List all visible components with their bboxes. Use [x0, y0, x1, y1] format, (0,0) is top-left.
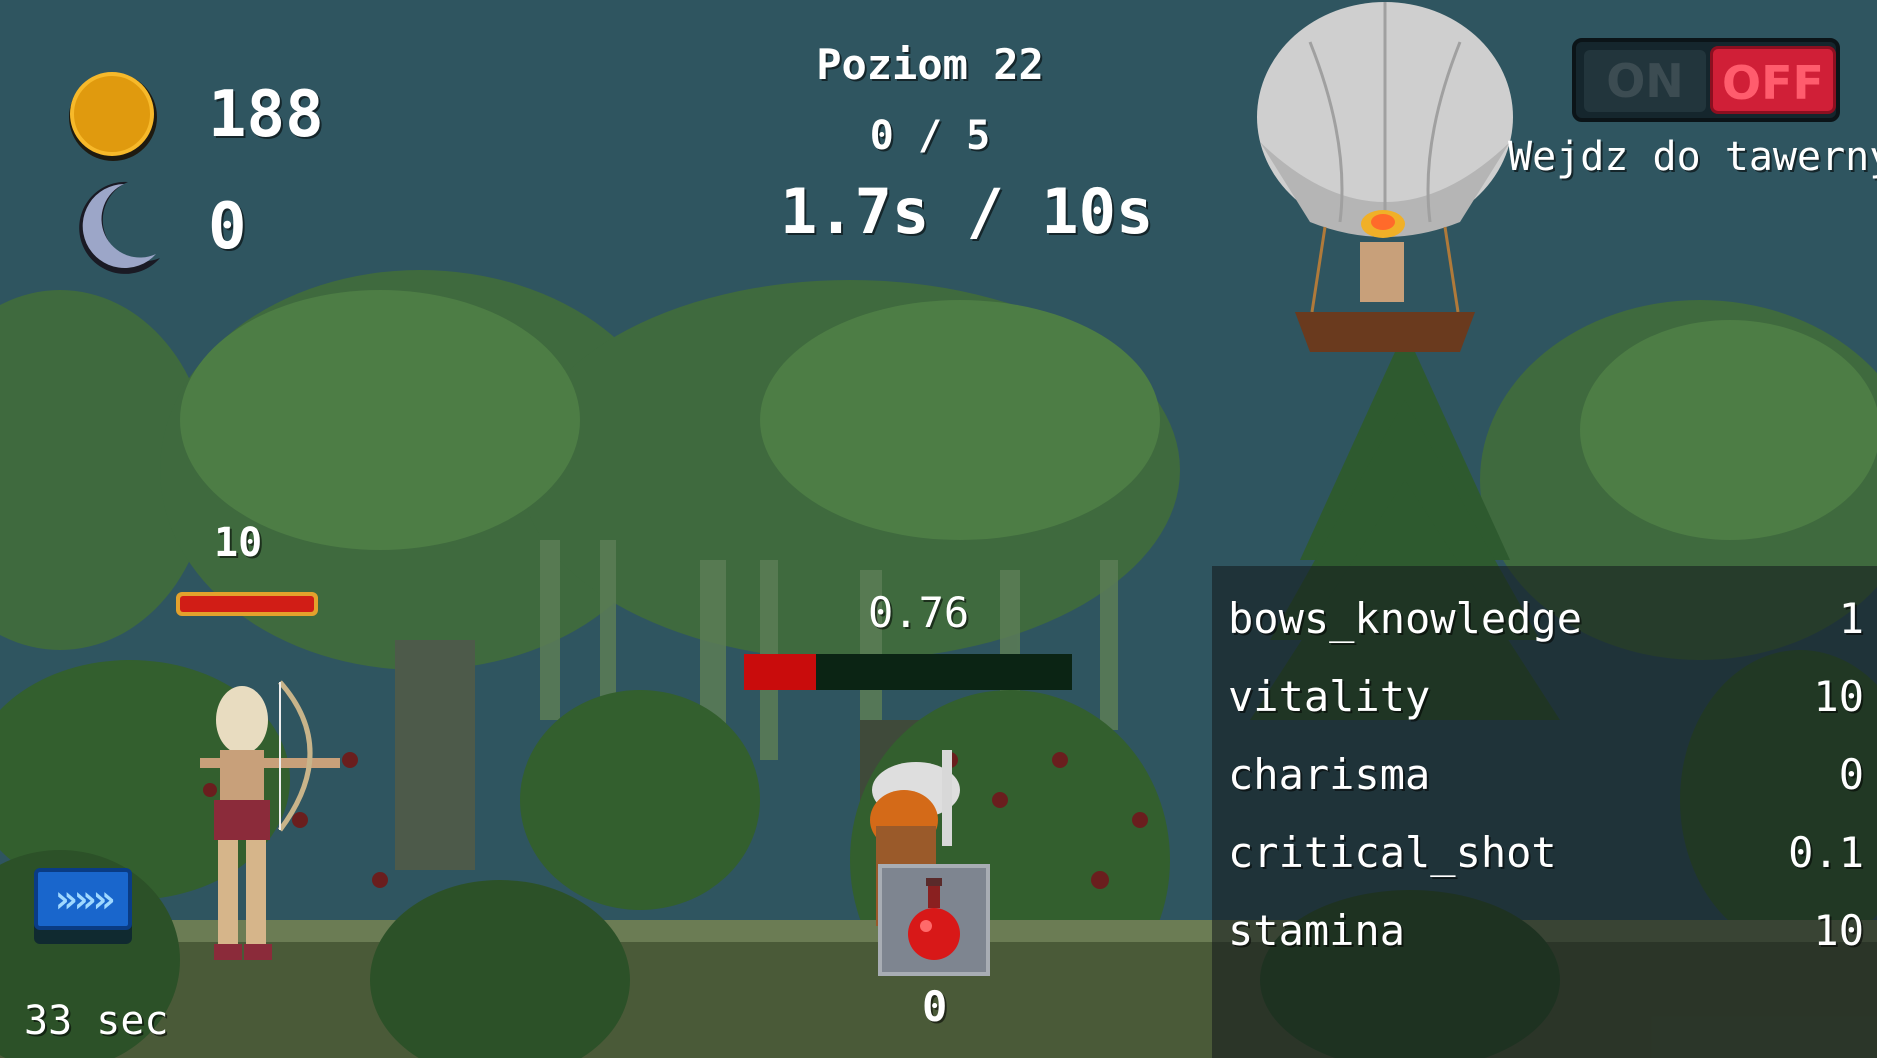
game-scene: 188 0 Poziom 22 0 / 5 1.7s / 10s ON OFF … — [0, 0, 1877, 1058]
archer-player — [200, 680, 340, 960]
enter-tavern-label[interactable]: Wejdz do tawerny — [1508, 134, 1877, 180]
red-potion-icon — [908, 878, 960, 960]
moon-count: 0 — [208, 190, 247, 264]
stats-panel: bows_knowledge 1 vitality 10 charisma 0 critic… — [1212, 566, 1877, 1058]
enemy-hp-value: 0.76 — [868, 588, 970, 637]
gold-coin-icon — [69, 72, 157, 161]
stat-row: bows_knowledge 1 — [1228, 594, 1864, 654]
enemy-hp-fill — [744, 654, 816, 690]
level-info: Poziom 22 0 / 5 1.7s / 10s — [780, 40, 1154, 248]
stat-row: stamina 10 — [1228, 906, 1864, 966]
speed-up-button[interactable]: »»» — [34, 868, 132, 930]
stat-value: 10 — [1813, 672, 1864, 721]
attack-timer: 1.7s / 10s — [780, 175, 1154, 248]
wave-progress: 0 / 5 — [869, 113, 991, 159]
toggle-on-option[interactable]: ON — [1584, 50, 1706, 112]
stat-row: vitality 10 — [1228, 672, 1864, 732]
player-hp-fill — [180, 596, 314, 612]
potion-button[interactable] — [878, 864, 990, 976]
speed-timer: 33 sec — [24, 998, 169, 1044]
stat-name: bows_knowledge — [1228, 594, 1583, 643]
stat-value: 10 — [1813, 906, 1864, 955]
stat-value: 0 — [1838, 750, 1864, 799]
stat-name: stamina — [1228, 906, 1406, 955]
level-title: Poziom 22 — [816, 40, 1044, 89]
stat-value: 1 — [1838, 594, 1864, 643]
hot-air-balloon — [1257, 2, 1513, 352]
stat-name: charisma — [1228, 750, 1431, 799]
player-hp-bar — [176, 592, 318, 616]
crescent-moon-icon — [79, 181, 160, 274]
toggle-off-option[interactable]: OFF — [1710, 46, 1836, 114]
potion-count: 0 — [922, 982, 948, 1031]
stat-row: critical_shot 0.1 — [1228, 828, 1864, 888]
stat-name: vitality — [1228, 672, 1431, 721]
tavern-toggle[interactable]: ON OFF — [1572, 38, 1840, 122]
player-hp-label: 10 — [214, 520, 263, 566]
coin-count: 188 — [208, 78, 324, 152]
enemy-hp-bar — [744, 654, 1072, 690]
stat-name: critical_shot — [1228, 828, 1557, 877]
stat-row: charisma 0 — [1228, 750, 1864, 810]
stat-value: 0.1 — [1788, 828, 1864, 877]
